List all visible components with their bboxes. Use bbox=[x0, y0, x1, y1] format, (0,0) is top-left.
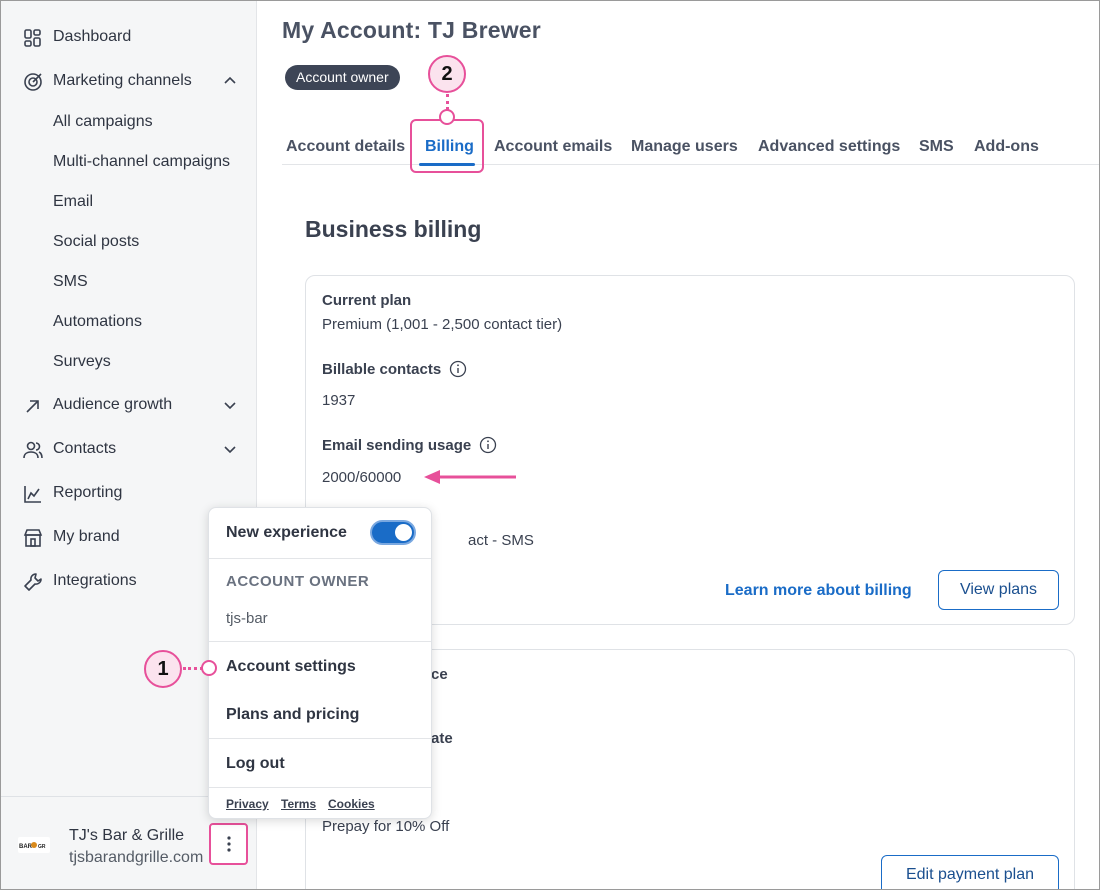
new-experience-toggle[interactable] bbox=[370, 520, 416, 545]
account-logo: BAR GR bbox=[18, 837, 50, 853]
page-title: My Account: TJ Brewer bbox=[282, 17, 541, 43]
sidebar-item-label: My brand bbox=[53, 528, 120, 545]
account-username: tjs-bar bbox=[226, 610, 268, 627]
info-icon[interactable] bbox=[449, 360, 467, 378]
arrow-up-right-icon bbox=[26, 400, 39, 413]
sidebar-subitem-multi-channel[interactable]: Multi-channel campaigns bbox=[53, 153, 230, 171]
email-usage-value: 2000/60000 bbox=[322, 469, 402, 486]
view-plans-button[interactable]: View plans bbox=[938, 570, 1059, 610]
addon-value: act - SMS bbox=[468, 532, 534, 549]
tab-account-emails[interactable]: Account emails bbox=[494, 138, 612, 156]
sidebar-subitem-social-posts[interactable]: Social posts bbox=[53, 233, 139, 251]
sidebar-item-label: Integrations bbox=[53, 572, 137, 589]
payment-date-partial: ate bbox=[431, 730, 453, 747]
sidebar-subitem-sms[interactable]: SMS bbox=[53, 273, 88, 291]
payment-label-partial: ce bbox=[431, 666, 448, 683]
edit-payment-plan-button[interactable]: Edit payment plan bbox=[881, 855, 1059, 890]
tab-billing[interactable]: Billing bbox=[425, 138, 474, 156]
arrow-annotation-icon bbox=[424, 470, 516, 484]
sidebar-subitem-email[interactable]: Email bbox=[53, 193, 93, 211]
sidebar-item-dashboard[interactable]: Dashboard bbox=[0, 17, 256, 57]
account-domain: tjsbarandgrille.com bbox=[69, 849, 204, 866]
tab-sms[interactable]: SMS bbox=[919, 138, 954, 156]
sidebar-item-label: Audience growth bbox=[53, 396, 173, 413]
active-tab-indicator bbox=[419, 163, 475, 166]
sidebar-item-label: Reporting bbox=[53, 484, 123, 501]
sidebar-item-audience-growth[interactable]: Audience growth bbox=[0, 385, 256, 425]
chevron-down-icon[interactable] bbox=[222, 397, 238, 413]
prepay-offer: Prepay for 10% Off bbox=[322, 818, 450, 835]
terms-link[interactable]: Terms bbox=[281, 797, 316, 811]
email-usage-label: Email sending usage bbox=[322, 437, 472, 454]
account-name: TJ's Bar & Grille bbox=[69, 827, 185, 844]
sidebar-item-label: Marketing channels bbox=[53, 72, 192, 89]
billable-contacts-label: Billable contacts bbox=[322, 361, 442, 378]
account-owner-badge: Account owner bbox=[285, 65, 400, 90]
svg-text:BAR: BAR bbox=[19, 844, 33, 850]
section-title: Business billing bbox=[305, 216, 482, 242]
tab-account-details[interactable]: Account details bbox=[286, 138, 405, 156]
tab-advanced-settings[interactable]: Advanced settings bbox=[758, 138, 900, 156]
chevron-down-icon[interactable] bbox=[222, 441, 238, 457]
account-menu-button[interactable] bbox=[209, 823, 248, 865]
cookies-link[interactable]: Cookies bbox=[328, 797, 375, 811]
sidebar-item-contacts[interactable]: Contacts bbox=[0, 429, 256, 469]
current-plan-label: Current plan bbox=[322, 292, 412, 309]
chevron-up-icon[interactable] bbox=[222, 73, 238, 89]
privacy-link[interactable]: Privacy bbox=[226, 797, 269, 811]
toggle-knob bbox=[395, 524, 412, 541]
sidebar-subitem-all-campaigns[interactable]: All campaigns bbox=[53, 113, 153, 131]
target-icon bbox=[24, 73, 42, 91]
dashboard-icon bbox=[24, 29, 41, 47]
menu-divider bbox=[209, 641, 431, 642]
billable-contacts-row: Billable contacts bbox=[322, 360, 467, 378]
new-experience-label: New experience bbox=[226, 524, 347, 541]
sidebar-subitem-automations[interactable]: Automations bbox=[53, 313, 142, 331]
menu-divider bbox=[209, 558, 431, 559]
email-usage-row: Email sending usage bbox=[322, 436, 497, 454]
current-plan-value: Premium (1,001 - 2,500 contact tier) bbox=[322, 316, 563, 333]
account-menu-popup: New experience ACCOUNT OWNER tjs-bar Acc… bbox=[208, 507, 432, 819]
learn-more-billing-link[interactable]: Learn more about billing bbox=[725, 582, 912, 600]
svg-text:GR: GR bbox=[38, 844, 46, 850]
callout-2: 2 bbox=[428, 55, 466, 93]
more-vertical-icon bbox=[226, 836, 231, 852]
account-owner-header: ACCOUNT OWNER bbox=[226, 573, 370, 590]
info-icon[interactable] bbox=[479, 436, 497, 454]
sidebar-item-label: Contacts bbox=[53, 440, 117, 457]
tab-manage-users[interactable]: Manage users bbox=[631, 138, 738, 156]
callout-2-dot bbox=[439, 109, 455, 125]
menu-divider bbox=[209, 787, 431, 788]
tab-add-ons[interactable]: Add-ons bbox=[974, 138, 1039, 156]
chart-icon bbox=[24, 486, 41, 503]
callout-1-dot bbox=[201, 660, 217, 676]
storefront-icon bbox=[23, 529, 43, 547]
account-settings-menu-item[interactable]: Account settings bbox=[226, 658, 356, 676]
callout-1-connector bbox=[183, 667, 203, 670]
menu-divider bbox=[209, 738, 431, 739]
sidebar-item-marketing-channels[interactable]: Marketing channels bbox=[0, 61, 256, 101]
billable-contacts-value: 1937 bbox=[322, 392, 356, 409]
callout-1: 1 bbox=[144, 650, 182, 688]
log-out-menu-item[interactable]: Log out bbox=[226, 755, 285, 773]
plans-pricing-menu-item[interactable]: Plans and pricing bbox=[226, 706, 359, 724]
tab-bar: Account details Billing Account emails M… bbox=[282, 118, 1100, 166]
contacts-icon bbox=[23, 441, 43, 459]
sidebar-subitem-surveys[interactable]: Surveys bbox=[53, 353, 111, 371]
sidebar-item-label: Dashboard bbox=[53, 28, 132, 45]
callout-2-connector bbox=[446, 94, 449, 110]
wrench-icon bbox=[24, 573, 42, 591]
